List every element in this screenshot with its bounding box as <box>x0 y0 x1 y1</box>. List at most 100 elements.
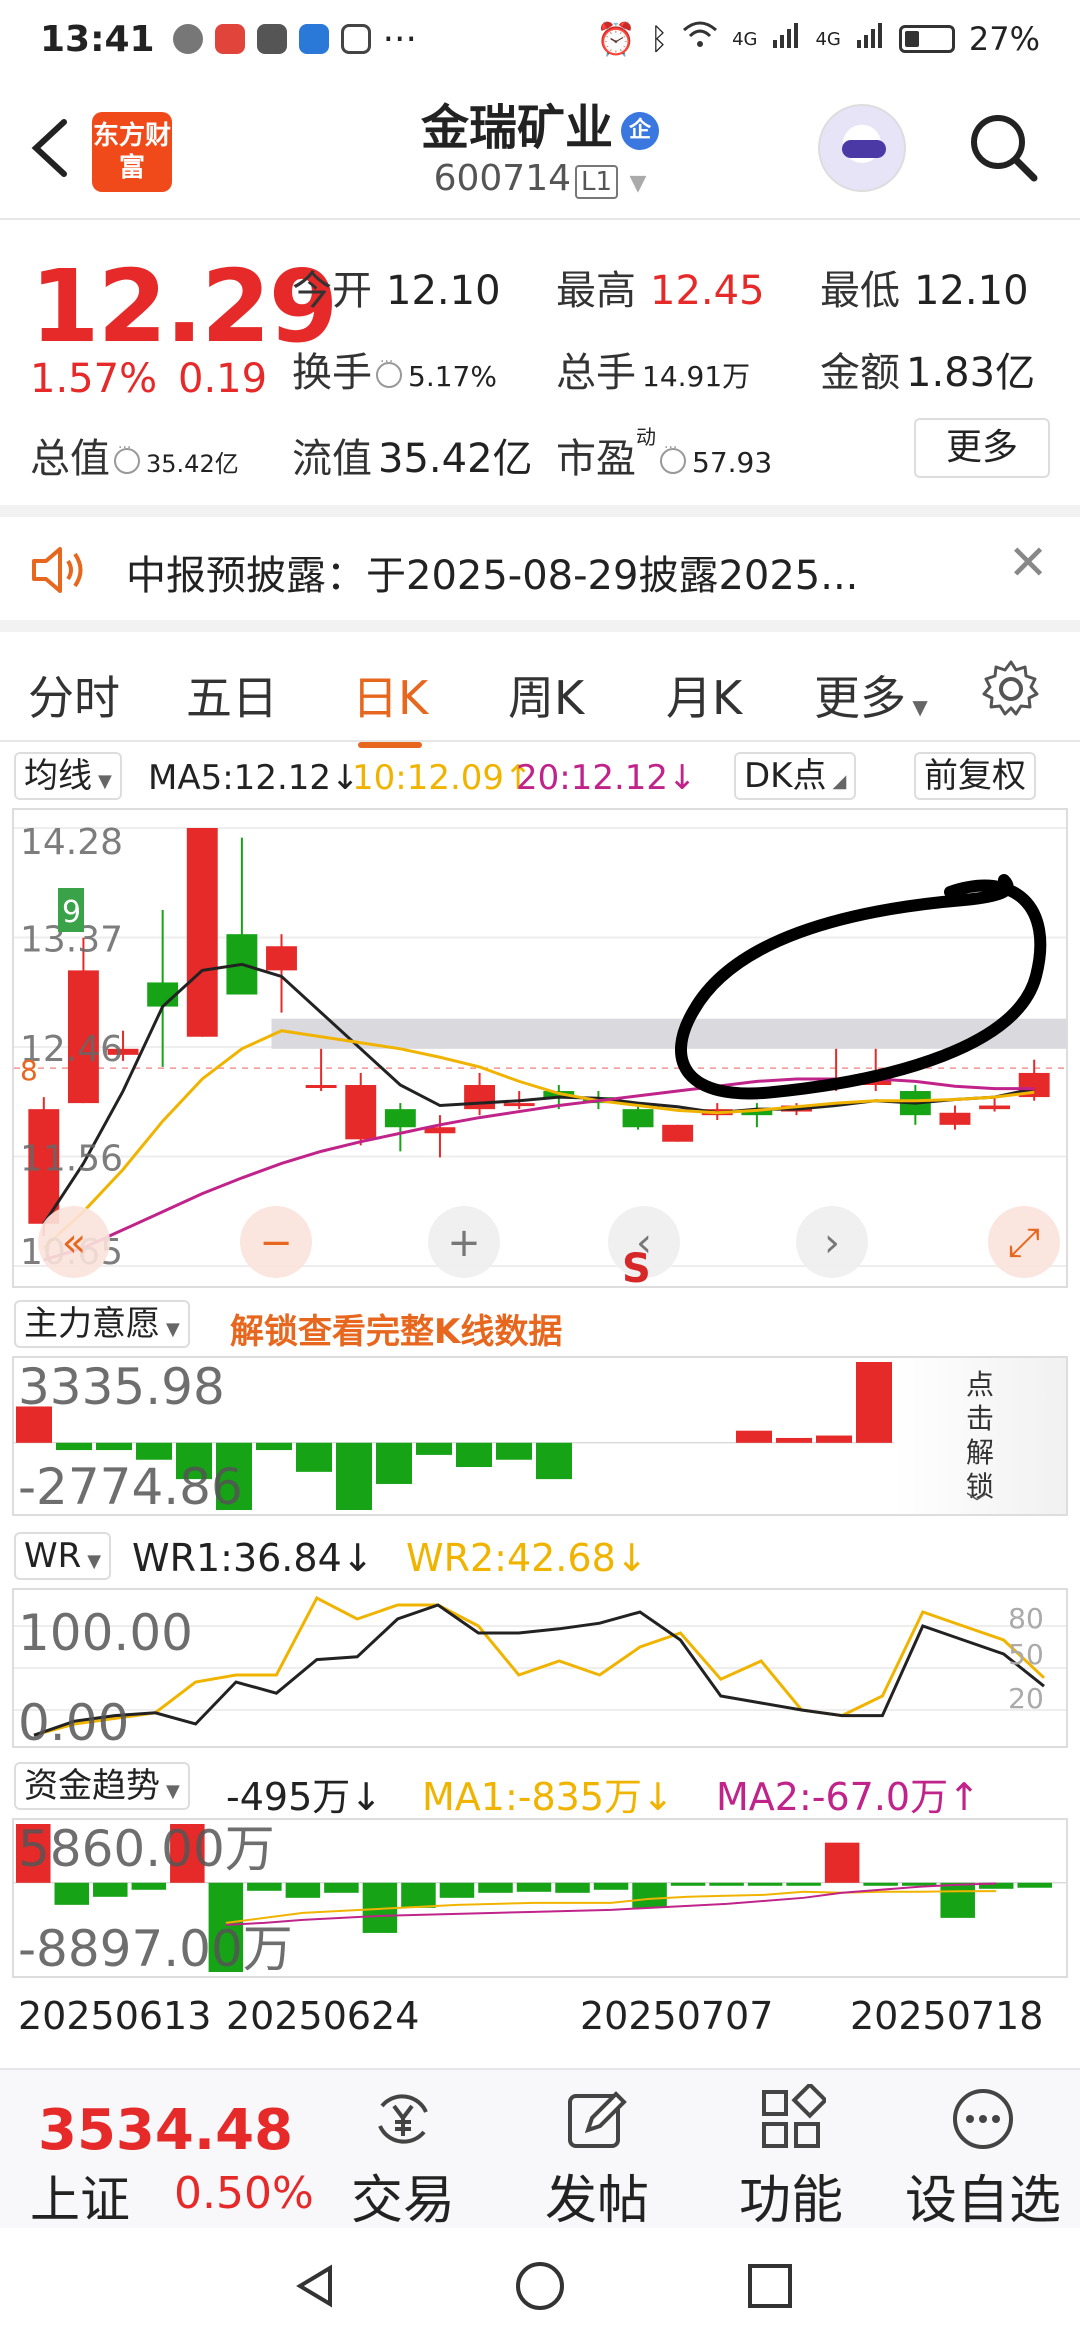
signal-bars-icon-2 <box>855 20 885 58</box>
tab-daily-k[interactable]: 日K <box>352 662 428 748</box>
candle-body <box>305 1085 337 1089</box>
announcement-banner[interactable]: 中报预披露：于2025-08-29披露2025... ✕ <box>0 505 1080 617</box>
system-back-icon <box>296 2264 332 2308</box>
system-nav-icons <box>296 2262 792 2310</box>
tab-weekly-k[interactable]: 周K <box>508 662 584 728</box>
kline-chart[interactable]: 14.2813.3712.4611.5610.6598«−+‹›⤢S <box>14 810 1066 1292</box>
low-field: 最低 12.10 <box>820 268 1029 314</box>
alarm-icon: ⏰ <box>596 20 637 58</box>
next-icon: › <box>824 1220 840 1266</box>
fullscreen-icon: ⤢ <box>1008 1220 1040 1266</box>
signal-bars-icon <box>771 20 801 58</box>
settings-gear-icon[interactable] <box>980 658 1042 720</box>
pe-field: 市盈动57.93 <box>556 425 772 484</box>
close-icon[interactable]: ✕ <box>1008 535 1048 591</box>
date-axis: 20250613 20250624 20250707 20250718 <box>0 1986 1080 2046</box>
wr1-label: WR1:36.84↓ <box>132 1536 374 1580</box>
tab-five-day[interactable]: 五日 <box>186 662 278 728</box>
grid-apps-icon <box>756 2081 829 2154</box>
status-bar: 13:41 ··· ⏰ ᛒ 4G 4G 27% <box>0 0 1080 78</box>
system-home-icon <box>516 2262 564 2310</box>
wr-level-label: 20 <box>1008 1682 1044 1715</box>
candle-body <box>662 1124 694 1142</box>
more-dots-icon <box>948 2084 1018 2154</box>
wr-level-label: 80 <box>1008 1602 1044 1635</box>
date-label: 20250718 <box>850 1994 1044 2038</box>
search-icon[interactable] <box>964 108 1044 188</box>
ma-selector[interactable]: 均线 ▼ <box>14 752 122 800</box>
wr-axis-top: 100.00 <box>18 1604 193 1662</box>
tab-intraday[interactable]: 分时 <box>28 662 120 728</box>
adjust-button[interactable]: 前复权 <box>914 752 1036 800</box>
candle-body <box>384 1109 416 1128</box>
unlock-kline-link[interactable]: 解锁查看完整K线数据 <box>230 1304 562 1353</box>
fund-bar <box>1017 1882 1052 1888</box>
candle-body <box>622 1109 654 1128</box>
ma20-label: 20:12.12↓ <box>516 758 697 798</box>
candle-body <box>186 828 218 1037</box>
chevron-down-icon: ﹀ <box>966 1492 989 1517</box>
kline-panel[interactable]: 14.2813.3712.4611.5610.6598«−+‹›⤢S <box>12 808 1068 1292</box>
capital-bar <box>376 1442 412 1484</box>
date-label: 20250613 <box>18 1994 212 2038</box>
capital-bar <box>416 1442 452 1455</box>
fund-bar <box>670 1882 706 1886</box>
capital-bar <box>856 1362 892 1443</box>
amount-field: 金额 1.83亿 <box>820 350 1036 396</box>
fund-bar <box>824 1842 860 1883</box>
fund-trend-chart: 5860.00万 -8897.00万 <box>14 1820 1066 1978</box>
nav-post[interactable]: 发帖 <box>512 2084 682 2233</box>
capital-bar <box>296 1442 332 1472</box>
ma10-label: 10:12.09↑ <box>352 758 533 798</box>
unlock-overlay[interactable]: 点击解锁 ﹀ <box>894 1358 1066 1517</box>
system-recent-icon <box>748 2264 792 2308</box>
wr-selector[interactable]: WR ▼ <box>14 1532 112 1580</box>
yuan-exchange-icon <box>368 2084 438 2154</box>
bottom-bar: 3534.48 上证 0.50% 交易 发帖 功能 设自选 <box>0 2068 1080 2231</box>
notification-icons: ··· <box>172 18 417 60</box>
tab-monthly-k[interactable]: 月K <box>666 662 742 728</box>
fund-bar <box>632 1882 667 1908</box>
zoom-out-icon: − <box>259 1220 293 1266</box>
robot-assistant-avatar[interactable] <box>818 104 906 192</box>
fund-trend-selector[interactable]: 资金趋势 ▼ <box>14 1762 190 1810</box>
info-icon[interactable] <box>660 440 686 474</box>
stock-code-row[interactable]: 600714 L1 ▼ <box>0 158 1080 199</box>
audio-icon <box>256 24 287 54</box>
fund-bar <box>247 1882 282 1891</box>
candle-body <box>464 1085 496 1110</box>
nav-functions[interactable]: 功能 <box>706 2081 876 2233</box>
more-quote-button[interactable]: 更多 <box>914 418 1050 478</box>
fund-bar <box>709 1882 744 1886</box>
enterprise-badge: 企 <box>621 112 659 150</box>
fund-bar <box>54 1882 90 1905</box>
signal-icon-2: 4G <box>815 28 841 50</box>
capital-intent-selector[interactable]: 主力意愿 ▼ <box>14 1300 190 1348</box>
nav-customize-watchlist[interactable]: 设自选 <box>898 2084 1068 2233</box>
announcement-text: 中报预披露：于2025-08-29披露2025... <box>126 553 859 599</box>
wr-panel: 100.00 0.00 80 50 20 <box>12 1588 1068 1752</box>
nav-trade[interactable]: 交易 <box>318 2084 488 2233</box>
capital-bar <box>56 1442 92 1451</box>
stock-header: 东方财富 金瑞矿业企 600714 L1 ▼ <box>0 78 1080 218</box>
ma10-line <box>42 1029 1035 1250</box>
wr-level-label: 50 <box>1008 1638 1044 1671</box>
fund-bar <box>478 1882 513 1893</box>
period-tabs: 分时 五日 日K 周K 月K 更多 ▼ <box>0 620 1080 748</box>
signal-icon: 4G <box>732 28 758 50</box>
sell-signal-marker: S <box>622 1246 651 1286</box>
more-notifications-dots: ··· <box>382 18 417 60</box>
index-name: 上证 <box>30 2171 130 2229</box>
info-icon[interactable] <box>114 440 140 474</box>
dk-point-button[interactable]: DK点 ◢ <box>734 752 857 800</box>
fund-trend-bar: 资金趋势 ▼ -495万↓ MA1:-835万↓ MA2:-67.0万↑ <box>0 1756 1080 1819</box>
tab-more[interactable]: 更多 ▼ <box>814 662 928 728</box>
stock-code: 600714 <box>433 158 572 199</box>
fund-trend-panel: 5860.00万 -8897.00万 <box>12 1818 1068 1978</box>
index-change: 0.50% <box>174 2168 314 2219</box>
fund-axis-top: 5860.00万 <box>18 1820 275 1878</box>
index-value: 3534.48 <box>38 2098 294 2163</box>
system-navigation <box>0 2230 1080 2340</box>
info-icon[interactable] <box>376 354 402 388</box>
nine-turn-label: 9 <box>62 895 81 930</box>
